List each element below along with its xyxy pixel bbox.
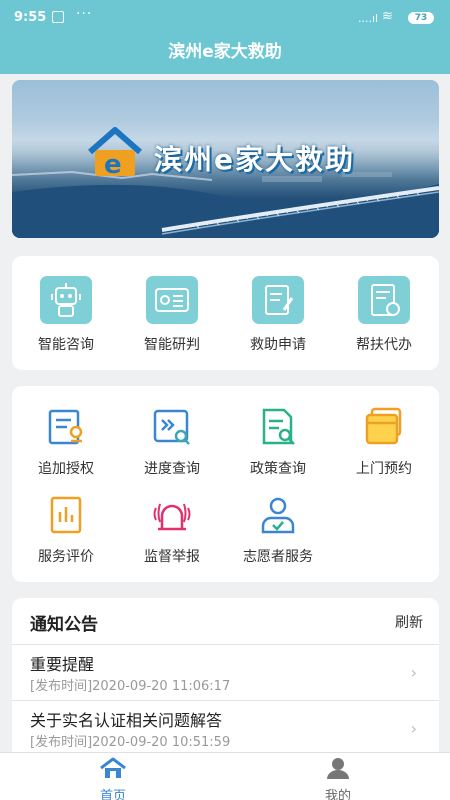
- e-home-logo: e: [88, 127, 142, 180]
- upload-notification-icon: [52, 11, 64, 23]
- wifi-icon: ≋: [382, 9, 393, 24]
- service-label: 帮扶代办: [356, 337, 412, 353]
- main-services-card: 智能咨询 智能研判 救助申请 帮扶代办: [12, 256, 439, 370]
- progress-search-icon: [151, 406, 193, 448]
- service-smart-judge[interactable]: 智能研判: [120, 276, 224, 354]
- service-label: 追加授权: [38, 461, 94, 477]
- service-proxy[interactable]: 帮扶代办: [332, 276, 436, 354]
- bottom-tab-bar: 首页 我的: [0, 752, 450, 800]
- volunteer-icon: [257, 494, 299, 536]
- service-supervision-report[interactable]: 监督举报: [120, 494, 224, 566]
- service-label: 救助申请: [250, 337, 306, 353]
- service-label: 智能研判: [144, 337, 200, 353]
- service-rating-icon: [45, 494, 87, 536]
- notice-title: 重要提醒: [30, 655, 95, 674]
- service-label: 进度查询: [144, 461, 200, 477]
- status-time: 9:55: [14, 10, 47, 25]
- service-label: 上门预约: [356, 461, 412, 477]
- signal-icon: ....ıl: [358, 12, 379, 25]
- chevron-right-icon: ›: [410, 719, 417, 738]
- id-card-icon: [146, 276, 198, 324]
- policy-search-icon: [257, 406, 299, 448]
- tab-label: 我的: [324, 789, 351, 800]
- notice-title: 关于实名认证相关问题解答: [30, 711, 223, 730]
- service-home-appointment[interactable]: 上门预约: [332, 406, 436, 478]
- more-services-card: 追加授权 进度查询 政策查询 上门预约 服务评价 监督举报 志愿者服务: [12, 386, 439, 582]
- chevron-right-icon: ›: [410, 663, 417, 682]
- status-bar: 9:55 ··· ....ıl ≋ 73: [0, 0, 450, 36]
- tab-mine[interactable]: 我的: [298, 757, 378, 800]
- more-notifications-icon: ···: [76, 6, 93, 22]
- banner[interactable]: e 滨州e家大救助: [12, 80, 439, 238]
- page-title: 滨州e家大救助: [0, 36, 450, 74]
- notice-date: [发布时间]2020-09-20 10:51:59: [30, 735, 231, 750]
- notices-title: 通知公告: [30, 615, 98, 635]
- battery-icon: 73: [408, 12, 434, 24]
- notice-item[interactable]: 重要提醒 [发布时间]2020-09-20 11:06:17 ›: [12, 644, 439, 700]
- service-label: 服务评价: [38, 549, 94, 565]
- notice-date: [发布时间]2020-09-20 11:06:17: [30, 679, 231, 694]
- refresh-button[interactable]: 刷新: [395, 612, 423, 632]
- service-label: 监督举报: [144, 549, 200, 565]
- service-volunteer[interactable]: 志愿者服务: [226, 494, 330, 566]
- alarm-report-icon: [151, 494, 193, 536]
- service-add-authorization[interactable]: 追加授权: [14, 406, 118, 478]
- service-smart-consult[interactable]: 智能咨询: [14, 276, 118, 354]
- banner-title: 滨州e家大救助: [154, 143, 355, 176]
- proxy-document-icon: [358, 276, 410, 324]
- notices-card: 通知公告 刷新 重要提醒 [发布时间]2020-09-20 11:06:17 ›…: [12, 598, 439, 758]
- notice-item[interactable]: 关于实名认证相关问题解答 [发布时间]2020-09-20 10:51:59 ›: [12, 700, 439, 756]
- service-label: 智能咨询: [38, 337, 94, 353]
- service-label: 志愿者服务: [243, 549, 313, 565]
- tab-label: 首页: [99, 789, 126, 800]
- service-policy-query[interactable]: 政策查询: [226, 406, 330, 478]
- service-rating[interactable]: 服务评价: [14, 494, 118, 566]
- service-label: 政策查询: [250, 461, 306, 477]
- logo-letter: e: [104, 150, 122, 180]
- robot-icon: [40, 276, 92, 324]
- service-progress-query[interactable]: 进度查询: [120, 406, 224, 478]
- application-form-icon: [252, 276, 304, 324]
- authorization-icon: [45, 406, 87, 448]
- tab-home[interactable]: 首页: [73, 757, 153, 800]
- user-profile-icon: [327, 758, 349, 779]
- service-aid-apply[interactable]: 救助申请: [226, 276, 330, 354]
- home-icon: [100, 757, 126, 778]
- appointment-icon: [363, 406, 405, 448]
